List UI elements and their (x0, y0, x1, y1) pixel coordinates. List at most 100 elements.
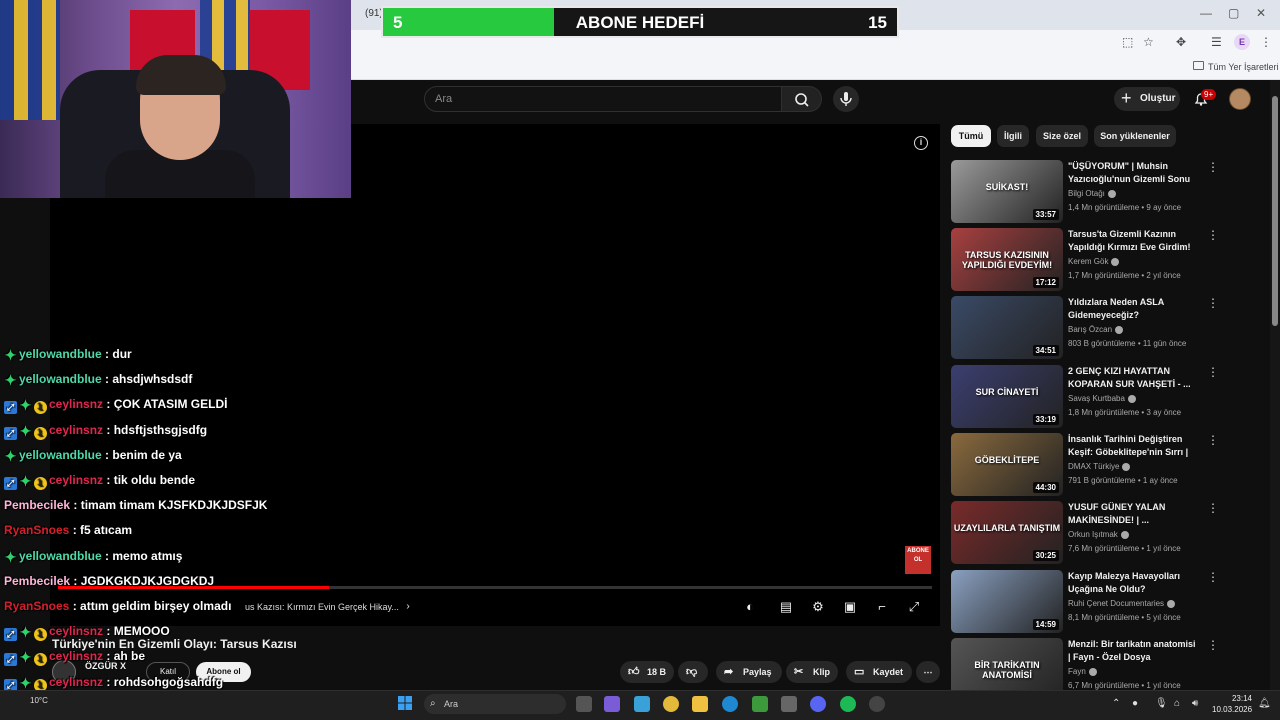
more-vertical-icon[interactable]: ⋮ (1207, 639, 1219, 651)
info-icon[interactable]: i (914, 136, 928, 150)
bookmark-star-icon[interactable]: ☆ (1143, 35, 1154, 49)
edge-icon[interactable] (722, 696, 738, 712)
spotify-icon[interactable] (840, 696, 856, 712)
recommended-video[interactable]: SUR CİNAYETİ 33:19 2 GENÇ KIZI HAYATTAN KO… (951, 365, 1231, 429)
video-title[interactable]: YUSUF GÜNEY YALAN MAKİNESİNDE! | ... (1068, 501, 1198, 527)
sparkle-badge-icon: ✦ (19, 624, 32, 641)
channel-name[interactable]: Bilgi Otağı (1068, 189, 1116, 198)
search-input[interactable]: Ara (424, 86, 782, 112)
settings-gear-icon[interactable]: ⚙ (810, 600, 826, 614)
cast-icon[interactable]: ⌐ (874, 600, 890, 614)
extensions-icon[interactable]: ✥ (1176, 35, 1186, 49)
video-title[interactable]: Tarsus'ta Gizemli Kazının Yapıldığı Kırm… (1068, 228, 1198, 254)
voice-search-button[interactable] (833, 86, 859, 112)
video-thumbnail[interactable]: SUİKAST! 33:57 (951, 160, 1063, 223)
recommended-video[interactable]: UZAYLILARLA TANIŞTIM 30:25 YUSUF GÜNEY YAL… (951, 501, 1231, 565)
copilot-icon[interactable] (634, 696, 650, 712)
video-title[interactable]: Kayıp Malezya Havayolları Uçağına Ne Old… (1068, 570, 1198, 596)
share-button[interactable]: ➦ Paylaş (716, 661, 782, 683)
account-avatar[interactable] (1229, 88, 1251, 110)
network-icon[interactable]: ⌂ (1174, 698, 1180, 709)
video-title[interactable]: 2 GENÇ KIZI HAYATTAN KOPARAN SUR VAHŞETİ… (1068, 365, 1198, 391)
install-app-icon[interactable]: ⬚ (1122, 35, 1133, 49)
video-thumbnail[interactable]: SUR CİNAYETİ 33:19 (951, 365, 1063, 428)
more-vertical-icon[interactable]: ⋮ (1207, 502, 1219, 514)
chip-related[interactable]: İlgili (997, 125, 1029, 147)
channel-name[interactable]: Ruhi Çenet Documentaries (1068, 599, 1176, 608)
page-scrollbar-thumb[interactable] (1272, 96, 1278, 326)
recommended-video[interactable]: TARSUS KAZISININ YAPILDIĞI EVDEYİM! 17:12… (951, 228, 1231, 292)
more-vertical-icon[interactable]: ⋮ (1207, 571, 1219, 583)
video-thumbnail[interactable]: TARSUS KAZISININ YAPILDIĞI EVDEYİM! 17:12 (951, 228, 1063, 291)
task-view-icon[interactable] (576, 696, 592, 712)
tray-app-icon[interactable]: ● (1132, 698, 1138, 709)
video-title[interactable]: "ÜŞÜYORUM" | Muhsin Yazıcıoğlu'nun Gizem… (1068, 160, 1198, 186)
clock[interactable]: 23:14 10.03.2026 (1212, 693, 1252, 715)
channel-name[interactable]: Barış Özcan (1068, 325, 1124, 334)
video-title[interactable]: Menzil: Bir tarikatın anatomisi | Fayn -… (1068, 638, 1198, 664)
volume-icon[interactable]: 🔊︎ (1192, 698, 1198, 709)
more-vertical-icon[interactable]: ⋮ (1207, 229, 1219, 241)
video-thumbnail[interactable]: UZAYLILARLA TANIŞTIM 30:25 (951, 501, 1063, 564)
verified-icon (1111, 257, 1120, 266)
subscribe-watermark[interactable]: ABONE OL (905, 546, 931, 574)
clip-button[interactable]: ✂ Klip (786, 661, 838, 683)
like-button[interactable]: 👍︎ 18 B (620, 661, 674, 683)
video-thumbnail[interactable]: 14:59 (951, 570, 1063, 633)
channel-name[interactable]: Fayn (1068, 667, 1097, 676)
recommended-video[interactable]: 34:51 Yıldızlara Neden ASLA Gidemeyeceğiz… (951, 296, 1231, 360)
discord-icon[interactable] (810, 696, 826, 712)
channel-name[interactable]: Savaş Kurtbaba (1068, 394, 1136, 403)
windows-start-icon[interactable] (397, 695, 413, 711)
subtitles-icon[interactable]: ▤ (778, 600, 794, 614)
app-icon-1[interactable] (604, 696, 620, 712)
video-title[interactable]: Yıldızlara Neden ASLA Gidemeyeceğiz? (1068, 296, 1198, 322)
tray-chevron-icon[interactable]: ⌃ (1112, 698, 1120, 709)
more-vertical-icon[interactable]: ⋮ (1207, 297, 1219, 309)
autoplay-toggle-icon[interactable]: ◐ (742, 600, 758, 614)
recommended-video[interactable]: GÖBEKLİTEPE 44:30 İnsanlık Tarihini Değişt… (951, 433, 1231, 497)
minimize-icon[interactable]: — (1200, 6, 1212, 20)
chip-recently-uploaded[interactable]: Son yüklenenler (1094, 125, 1176, 147)
video-thumbnail[interactable]: 34:51 (951, 296, 1063, 359)
obs-icon[interactable] (869, 696, 885, 712)
dislike-button[interactable]: 👎︎ (678, 661, 708, 683)
video-title[interactable]: İnsanlık Tarihini Değiştiren Keşif: Göbe… (1068, 433, 1198, 459)
browser-menu-icon[interactable]: ⋮ (1260, 35, 1272, 49)
channel-name[interactable]: Orkun Işıtmak (1068, 530, 1129, 539)
video-thumbnail[interactable]: GÖBEKLİTEPE 44:30 (951, 433, 1063, 496)
weather-widget[interactable]: 10°C (30, 696, 48, 705)
more-actions-button[interactable]: ⋯ (916, 661, 940, 683)
file-explorer-icon[interactable] (692, 696, 708, 712)
chip-all[interactable]: Tümü (951, 125, 991, 147)
taskbar-search[interactable]: Ara (424, 694, 566, 714)
microphone-tray-icon[interactable]: 🎙︎ (1155, 698, 1168, 709)
chapter-chevron-icon[interactable]: › (400, 600, 416, 614)
chat-message: ✦ yellowandblue : memo atmış (4, 546, 183, 566)
notifications-icon[interactable]: 🔔︎ (1258, 698, 1271, 709)
recommended-video[interactable]: 14:59 Kayıp Malezya Havayolları Uçağına N… (951, 570, 1231, 634)
reading-list-icon[interactable]: ☰ (1211, 35, 1222, 49)
chat-message: ✦ yellowandblue : ahsdjwhsdsdf (4, 369, 193, 389)
chip-for-you[interactable]: Size özel (1036, 125, 1088, 147)
fullscreen-icon[interactable]: ⤢ (906, 600, 922, 614)
chapter-label[interactable]: us Kazısı: Kırmızı Evin Gerçek Hikay... (245, 602, 399, 612)
save-button[interactable]: ▭ Kaydet (846, 661, 912, 683)
more-vertical-icon[interactable]: ⋮ (1207, 366, 1219, 378)
subscriber-badge-icon: ⤢ (4, 426, 17, 440)
all-bookmarks-link[interactable]: Tüm Yer İşaretleri (1208, 62, 1279, 72)
search-button[interactable] (782, 86, 822, 112)
more-vertical-icon[interactable]: ⋮ (1207, 434, 1219, 446)
channel-name[interactable]: DMAX Türkiye (1068, 462, 1131, 471)
chrome-icon[interactable] (663, 696, 679, 712)
more-vertical-icon[interactable]: ⋮ (1207, 161, 1219, 173)
close-icon[interactable]: ✕ (1256, 6, 1266, 20)
video-duration: 17:12 (1032, 277, 1059, 288)
xbox-icon[interactable] (752, 696, 768, 712)
profile-avatar[interactable]: E (1234, 34, 1250, 50)
miniplayer-icon[interactable]: ▣ (842, 600, 858, 614)
recommended-video[interactable]: SUİKAST! 33:57 "ÜŞÜYORUM" | Muhsin Yazıcıo… (951, 160, 1231, 224)
maximize-icon[interactable]: ▢ (1228, 6, 1239, 20)
channel-name[interactable]: Kerem Gök (1068, 257, 1120, 266)
store-icon[interactable] (781, 696, 797, 712)
